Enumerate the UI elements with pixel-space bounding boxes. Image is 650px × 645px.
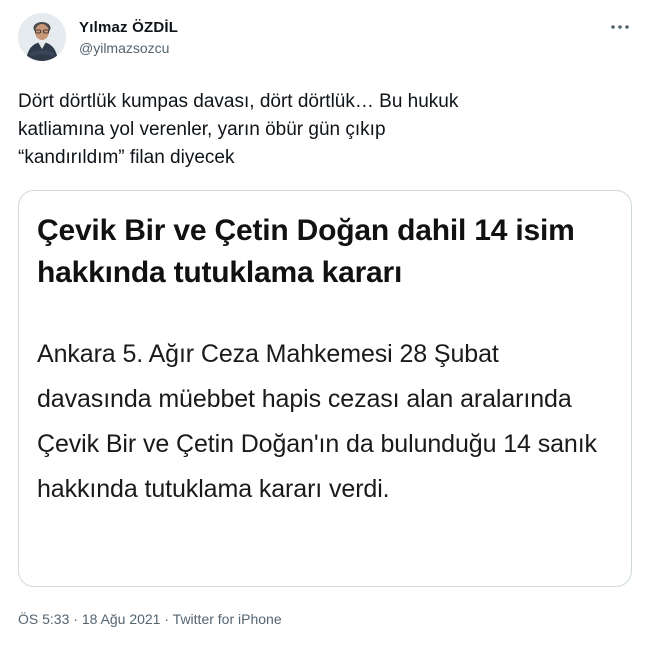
meta-separator: ·: [69, 611, 82, 627]
tweet-header: Yılmaz ÖZDİL @yilmazsozcu: [18, 13, 632, 67]
media-headline: Çevik Bir ve Çetin Doğan dahil 14 isim h…: [37, 214, 575, 289]
media-body: Ankara 5. Ağır Ceza Mahkemesi 28 Şubat d…: [37, 340, 597, 503]
tweet-time[interactable]: ÖS 5:33: [18, 611, 69, 627]
user-names: Yılmaz ÖZDİL @yilmazsozcu: [79, 18, 178, 58]
avatar[interactable]: [18, 13, 66, 61]
tweet-text: Dört dörtlük kumpas davası, dört dörtlük…: [18, 91, 459, 168]
meta-separator-2: ·: [160, 611, 173, 627]
user-avatar-icon: [18, 13, 66, 61]
tweet-meta: ÖS 5:33 · 18 Ağu 2021 · Twitter for iPho…: [18, 609, 282, 629]
tweet-media-image[interactable]: Çevik Bir ve Çetin Doğan dahil 14 isim h…: [18, 190, 632, 587]
tweet-date[interactable]: 18 Ağu 2021: [82, 611, 161, 627]
more-horizontal-icon[interactable]: [608, 17, 632, 37]
tweet: Yılmaz ÖZDİL @yilmazsozcu Dört dörtlük k…: [0, 0, 650, 645]
user-handle[interactable]: @yilmazsozcu: [79, 38, 178, 58]
display-name[interactable]: Yılmaz ÖZDİL: [79, 18, 178, 38]
tweet-source-link[interactable]: Twitter for iPhone: [173, 611, 282, 627]
